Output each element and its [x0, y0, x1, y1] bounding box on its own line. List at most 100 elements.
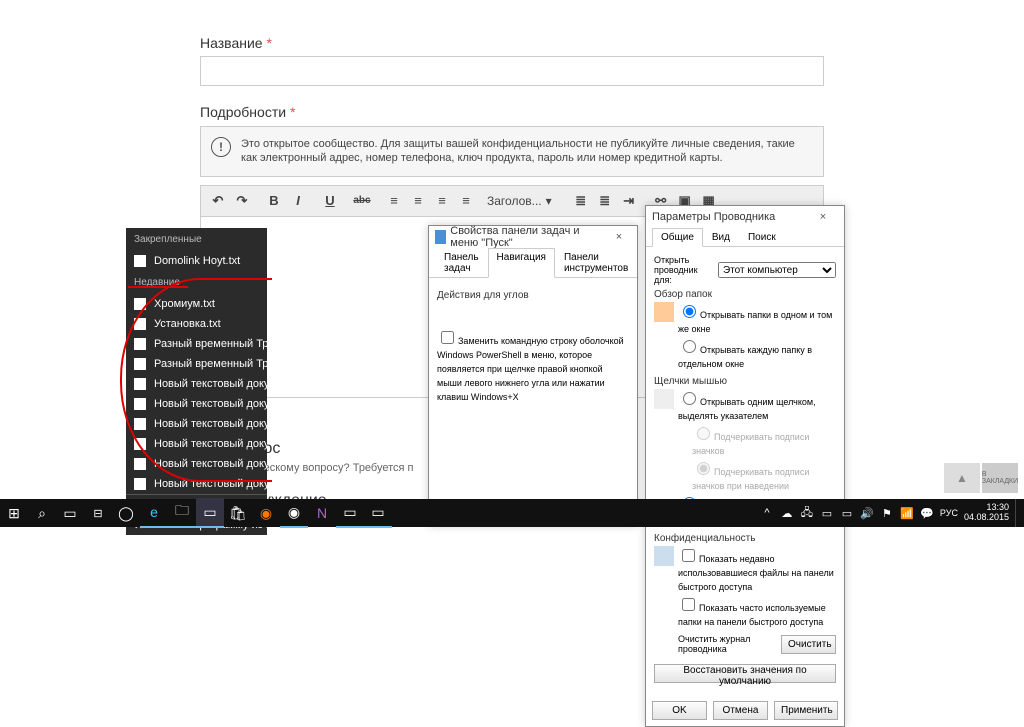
apply-button[interactable]: Применить [774, 701, 838, 720]
tray-flag-icon[interactable]: ⚑ [880, 506, 894, 520]
jumplist-item[interactable]: Новый текстовый документ (4).txt [126, 434, 267, 454]
jumplist-item[interactable]: Установка.txt [126, 314, 267, 334]
jumplist-item[interactable]: Новый текстовый документ (2)_1.t... [126, 474, 267, 494]
tray-net-icon[interactable]: 🖧 [800, 506, 814, 520]
jumplist-item[interactable]: Новый текстовый документ_2.txt [126, 394, 267, 414]
app-icon[interactable]: ▭ [364, 498, 392, 528]
calculator-icon[interactable]: ⊟ [84, 499, 112, 527]
jumplist-item[interactable]: Новый текстовый документ (3).txt [126, 454, 267, 474]
taskview-button[interactable]: ▭ [56, 499, 84, 527]
show-desktop[interactable] [1015, 499, 1020, 527]
title-input[interactable] [200, 56, 824, 86]
jumplist-item[interactable]: Новый текстовый документ_1.txt [126, 414, 267, 434]
browse-option[interactable]: Открывать папки в одном и том же окне [678, 302, 836, 337]
italic-button[interactable]: I [287, 190, 309, 212]
cancel-button[interactable]: Отмена [713, 701, 768, 720]
click-group: Щелчки мышью [654, 376, 836, 387]
click-option[interactable]: Открывать одним щелчком, выделять указат… [678, 389, 836, 424]
open-for-label: Открыть проводник для: [654, 255, 714, 285]
file-icon [134, 438, 146, 450]
taskbar: ⊞ ⌕ ▭ ⊟ ◯ e 🗀 ▭ 🛍 ◉ ◉ N ▭ ▭ ^ ☁ 🖧 ▭ ▭ 🔊 … [0, 499, 1024, 527]
jumplist-item[interactable]: Domolink Hoyt.txt [126, 251, 267, 271]
tray-app-icon[interactable]: ▭ [820, 506, 834, 520]
restore-defaults-button[interactable]: Восстановить значения по умолчанию [654, 664, 836, 683]
notepad-icon[interactable]: ▭ [196, 498, 224, 528]
tab-general[interactable]: Общие [652, 228, 703, 247]
explorer-icon[interactable]: 🗀 [168, 498, 196, 528]
tray-clock[interactable]: 13:3004.08.2015 [964, 503, 1009, 523]
search-button[interactable]: ⌕ [28, 499, 56, 527]
ol-button[interactable]: ≣ [594, 190, 616, 212]
file-icon [134, 378, 146, 390]
strike-button[interactable]: abc [351, 190, 373, 212]
indent-button[interactable]: ⇥ [618, 190, 640, 212]
file-icon [134, 255, 146, 267]
system-tray: ^ ☁ 🖧 ▭ ▭ 🔊 ⚑ 📶 💬 РУС 13:3004.08.2015 [760, 499, 1024, 527]
tab-toolbars[interactable]: Панели инструментов [555, 248, 637, 278]
undo-button[interactable]: ↶ [207, 190, 229, 212]
jumplist-item[interactable]: Разный временный Трэш (2).txt [126, 354, 267, 374]
jumplist-item[interactable]: Хромиум.txt [126, 294, 267, 314]
tray-chevron-icon[interactable]: ^ [760, 506, 774, 520]
tab-taskbar[interactable]: Панель задач [435, 248, 488, 278]
file-icon [134, 418, 146, 430]
jumplist-item[interactable]: Новый текстовый документ_6.txt [126, 374, 267, 394]
tab-navigation[interactable]: Навигация [488, 248, 555, 278]
cursor-icon [654, 389, 674, 409]
start-button[interactable]: ⊞ [0, 499, 28, 527]
powershell-checkbox[interactable] [441, 331, 454, 344]
privacy-option[interactable]: Показать недавно использовавшиеся файлы … [678, 546, 836, 595]
store-icon[interactable]: 🛍 [224, 499, 252, 527]
tray-network-icon[interactable]: 📶 [900, 506, 914, 520]
file-icon [134, 318, 146, 330]
bookmark-widget[interactable]: В ЗАКЛАДКИ [982, 463, 1018, 493]
info-icon: ! [211, 137, 231, 157]
align-left-button[interactable]: ≡ [383, 190, 405, 212]
tab-search[interactable]: Поиск [739, 228, 785, 247]
open-for-select[interactable]: Этот компьютер [718, 262, 836, 278]
tray-app-icon[interactable]: ▭ [840, 506, 854, 520]
firefox-icon[interactable]: ◉ [252, 499, 280, 527]
align-justify-button[interactable]: ≡ [455, 190, 477, 212]
edge-icon[interactable]: e [140, 498, 168, 528]
close-button[interactable]: × [808, 211, 838, 223]
scroll-top-button[interactable]: ▲ [944, 463, 980, 493]
click-sub-option: Подчеркивать подписи значков при наведен… [692, 459, 836, 494]
taskbar-properties-dialog: Свойства панели задач и меню "Пуск"× Пан… [428, 225, 638, 526]
tray-language[interactable]: РУС [940, 508, 958, 518]
clear-button[interactable]: Очистить [781, 635, 836, 654]
folder-icon [654, 302, 674, 322]
tray-cloud-icon[interactable]: ☁ [780, 506, 794, 520]
dialog-title: Свойства панели задач и меню "Пуск" [450, 225, 607, 249]
heading-select[interactable]: Заголов... ▾ [479, 192, 560, 210]
tray-volume-icon[interactable]: 🔊 [860, 506, 874, 520]
dialog-title: Параметры Проводника [652, 211, 775, 223]
title-label: Название * [200, 35, 824, 51]
browse-option[interactable]: Открывать каждую папку в отдельном окне [678, 337, 836, 372]
chevron-up-icon: ▲ [956, 471, 968, 485]
jumplist-item[interactable]: Разный временный Трэш.txt [126, 334, 267, 354]
cortana-icon[interactable]: ◯ [112, 499, 140, 527]
chrome-icon[interactable]: ◉ [280, 498, 308, 528]
underline-button[interactable]: U [319, 190, 341, 212]
ok-button[interactable]: OK [652, 701, 707, 720]
file-icon [134, 478, 146, 490]
file-icon [134, 298, 146, 310]
align-center-button[interactable]: ≡ [407, 190, 429, 212]
privacy-option[interactable]: Показать часто используемые папки на пан… [678, 595, 836, 630]
redo-button[interactable]: ↷ [231, 190, 253, 212]
corner-actions-group: Действия для углов [437, 290, 629, 301]
warning-text: Это открытое сообщество. Для защиты ваше… [241, 137, 813, 166]
app-icon[interactable]: ▭ [336, 498, 364, 528]
align-right-button[interactable]: ≡ [431, 190, 453, 212]
tab-view[interactable]: Вид [703, 228, 739, 247]
ul-button[interactable]: ≣ [570, 190, 592, 212]
browse-group: Обзор папок [654, 289, 836, 300]
bold-button[interactable]: B [263, 190, 285, 212]
onenote-icon[interactable]: N [308, 499, 336, 527]
powershell-checkbox-row[interactable]: Заменить командную строку оболочкой Wind… [437, 328, 629, 405]
jumplist: Закрепленные Domolink Hoyt.txt Недавние … [126, 228, 267, 535]
annotation-line [128, 286, 188, 288]
close-button[interactable]: × [607, 231, 631, 243]
tray-action-icon[interactable]: 💬 [920, 506, 934, 520]
